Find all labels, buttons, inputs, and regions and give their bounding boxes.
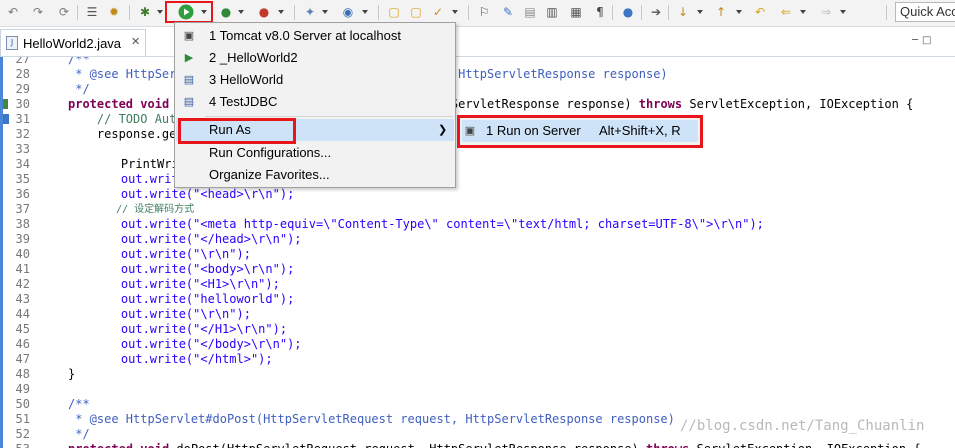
- code-line: 38 out.write("<meta http-equiv=\"Content…: [15, 217, 764, 231]
- redo-icon[interactable]: ↷: [30, 4, 46, 20]
- mark-occurrences-icon[interactable]: ✎: [500, 4, 516, 20]
- next-annotation-icon[interactable]: ↓: [675, 4, 691, 20]
- new-class-icon[interactable]: ◉: [340, 4, 356, 20]
- globe-icon[interactable]: ●: [620, 4, 636, 20]
- word-wrap-icon[interactable]: ▥: [544, 4, 560, 20]
- new-java-project-icon[interactable]: ✦: [302, 4, 318, 20]
- toolbar-separator: [77, 5, 78, 20]
- menu-item-tomcat-server[interactable]: ▣ 1 Tomcat v8.0 Server at localhost: [176, 25, 454, 47]
- toolbar-separator: [668, 5, 669, 20]
- new-project-dropdown-arrow-icon[interactable]: [322, 10, 328, 14]
- code-line: 46 out.write("</body>\r\n");: [15, 337, 302, 351]
- watermark-text: //blog.csdn.net/Tang_Chuanlin: [680, 418, 925, 434]
- open-folder-icon[interactable]: ▢: [386, 4, 402, 20]
- previous-annotation-dropdown-arrow-icon[interactable]: [736, 10, 742, 14]
- skip-breakpoints-icon[interactable]: ✹: [106, 4, 122, 20]
- debug-dropdown-arrow-icon[interactable]: [157, 10, 163, 14]
- code-text-dopost-signature: protected void doPost(HttpServletRequest…: [68, 442, 921, 448]
- editor-gutter: [0, 57, 3, 448]
- show-whitespace-icon[interactable]: ▦: [568, 4, 584, 20]
- pilcrow-icon[interactable]: ¶: [592, 4, 608, 20]
- code-line: 39 out.write("</head>\r\n");: [15, 232, 302, 246]
- main-toolbar: ↶ ↷ ⟳ ☰ ✹ ✱ ● ● ✦ ◉ ▢ ▢ ✓ ⚐ ✎ ▤ ▥ ▦ ¶ ● …: [0, 0, 955, 27]
- run-as-highlight: [178, 118, 296, 144]
- code-line: 40 out.write("\r\n");: [15, 247, 251, 261]
- next-annotation-dropdown-arrow-icon[interactable]: [697, 10, 703, 14]
- chevron-right-icon: ❯: [438, 124, 448, 136]
- java-application-icon: ▶: [184, 52, 194, 64]
- code-line: 30protected void doGet(HttpServletReques…: [0, 97, 955, 112]
- code-line: 48}: [15, 367, 76, 381]
- server-icon: ▣: [183, 30, 195, 42]
- search-icon[interactable]: ✓: [430, 4, 446, 20]
- annotation-nav-icon[interactable]: ⚐: [476, 4, 492, 20]
- forward-icon[interactable]: ⇒: [818, 4, 834, 20]
- coverage-dropdown-arrow-icon[interactable]: [238, 10, 244, 14]
- refresh-icon[interactable]: ⟳: [56, 4, 72, 20]
- toolbar-separator: [129, 5, 130, 20]
- coverage-icon[interactable]: ●: [218, 4, 234, 20]
- tab-helloworld2-java[interactable]: J HelloWorld2.java ✕: [0, 29, 146, 56]
- menu-item-run-configurations[interactable]: Run Configurations...: [176, 142, 454, 164]
- external-tools-icon[interactable]: ●: [256, 4, 272, 20]
- close-icon[interactable]: ✕: [131, 35, 140, 48]
- menu-item-testjdbc[interactable]: ▤ 4 TestJDBC: [176, 91, 454, 113]
- toolbar-separator: [468, 5, 469, 20]
- code-line: 49: [15, 382, 30, 396]
- code-line: 43 out.write("helloworld");: [15, 292, 295, 306]
- toolbar-separator: [641, 5, 642, 20]
- open-type-icon[interactable]: ▢: [408, 4, 424, 20]
- code-line: 27/**: [15, 57, 90, 66]
- code-line: 34 PrintWriter out = response.getWriter(…: [15, 157, 403, 171]
- previous-annotation-icon[interactable]: ↑: [713, 4, 729, 20]
- code-line: 44 out.write("\r\n");: [15, 307, 251, 321]
- code-line: 45 out.write("</H1>\r\n");: [15, 322, 288, 336]
- code-line: 35 out.write("<html>\r\n");: [15, 172, 295, 186]
- code-line: 53protected void doPost(HttpServletReque…: [0, 442, 955, 448]
- back-icon[interactable]: ⇐: [778, 4, 794, 20]
- toolbar-separator: [612, 5, 613, 20]
- menu-item-helloworld[interactable]: ▤ 3 HelloWorld: [176, 69, 454, 91]
- search-dropdown-arrow-icon[interactable]: [452, 10, 458, 14]
- java-file-icon: J: [6, 36, 18, 50]
- menu-item-helloworld2[interactable]: ▶ 2 _HelloWorld2: [176, 47, 454, 69]
- forward-dropdown-arrow-icon[interactable]: [840, 10, 846, 14]
- run-dropdown-menu: ▣ 1 Tomcat v8.0 Server at localhost ▶ 2 …: [174, 22, 456, 188]
- code-line: 47 out.write("</html>");: [15, 352, 273, 366]
- code-line: 41 out.write("<body>\r\n");: [15, 262, 295, 276]
- code-line: 42 out.write("<H1>\r\n");: [15, 277, 280, 291]
- toolbar-separator: [378, 5, 379, 20]
- toolbar-separator: [886, 5, 887, 20]
- run-on-server-highlight: [457, 115, 703, 148]
- code-line: 28 * @see HttpServlet#doGet(HttpServletR…: [15, 67, 668, 81]
- java-file-icon: ▤: [183, 96, 195, 108]
- task-marker-icon: [2, 114, 9, 124]
- java-file-icon: ▤: [183, 74, 195, 86]
- minimize-maximize-icon[interactable]: ─□: [912, 35, 935, 46]
- back-dropdown-arrow-icon[interactable]: [800, 10, 806, 14]
- code-line: 36 out.write("<head>\r\n");: [15, 187, 295, 201]
- last-edit-location-icon[interactable]: ↶: [752, 4, 768, 20]
- menu-item-organize-favorites[interactable]: Organize Favorites...: [176, 164, 454, 186]
- tab-title: HelloWorld2.java: [23, 36, 122, 51]
- menu-separator: [205, 116, 453, 117]
- quick-access-field[interactable]: Quick Acc: [895, 2, 955, 22]
- toolbar-separator: [294, 5, 295, 20]
- task-list-icon[interactable]: ☰: [84, 4, 100, 20]
- new-class-dropdown-arrow-icon[interactable]: [362, 10, 368, 14]
- undo-icon[interactable]: ↶: [5, 4, 21, 20]
- toggle-block-selection-icon[interactable]: ▤: [522, 4, 538, 20]
- external-tools-dropdown-arrow-icon[interactable]: [278, 10, 284, 14]
- code-line: 37 // 设定解码方式: [15, 202, 195, 216]
- run-button-highlight: [165, 1, 213, 23]
- code-line: 50/**: [15, 397, 90, 411]
- debug-icon[interactable]: ✱: [137, 4, 153, 20]
- editor-tab-bar: J HelloWorld2.java ✕ ─□: [0, 27, 955, 57]
- pin-editor-icon[interactable]: ➔: [648, 4, 664, 20]
- code-line: 29 */: [15, 82, 90, 96]
